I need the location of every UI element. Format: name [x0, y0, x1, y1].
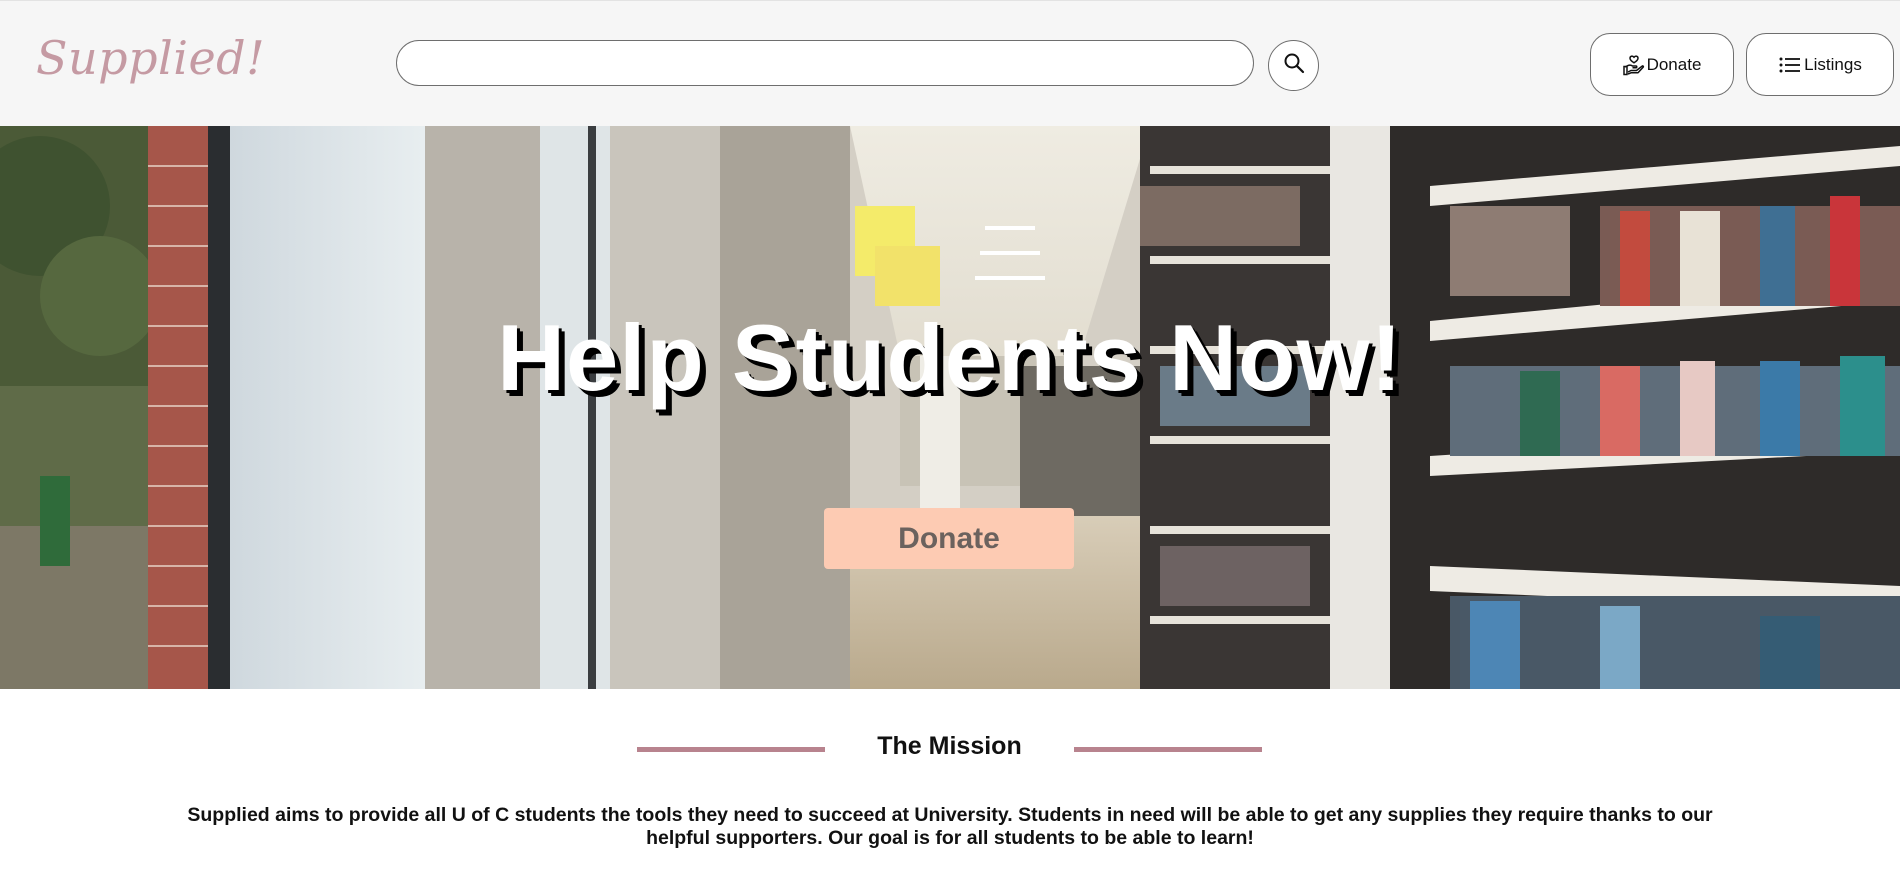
nav-listings-label: Listings: [1804, 54, 1862, 74]
list-icon: [1778, 54, 1802, 76]
nav-donate-label: Donate: [1646, 54, 1702, 74]
nav-donate-button[interactable]: Donate: [1590, 33, 1734, 96]
site-header: Supplied! Donate Listings: [0, 0, 1900, 126]
mission-divider-right: [1074, 747, 1262, 752]
hero-section: Help Students Now! Donate: [0, 126, 1900, 689]
search-button[interactable]: [1268, 40, 1319, 91]
mission-text: Supplied aims to provide all U of C stud…: [187, 804, 1713, 849]
mission-title: The Mission: [877, 732, 1022, 760]
donate-hand-icon: [1622, 54, 1645, 76]
nav-listings-button[interactable]: Listings: [1746, 33, 1894, 96]
search-icon: [1283, 52, 1305, 79]
hero-title: Help Students Now!: [497, 305, 1403, 410]
search-input[interactable]: [396, 40, 1254, 86]
hero-donate-button[interactable]: Donate: [824, 508, 1074, 569]
logo[interactable]: Supplied!: [36, 31, 265, 85]
mission-divider-left: [637, 747, 825, 752]
